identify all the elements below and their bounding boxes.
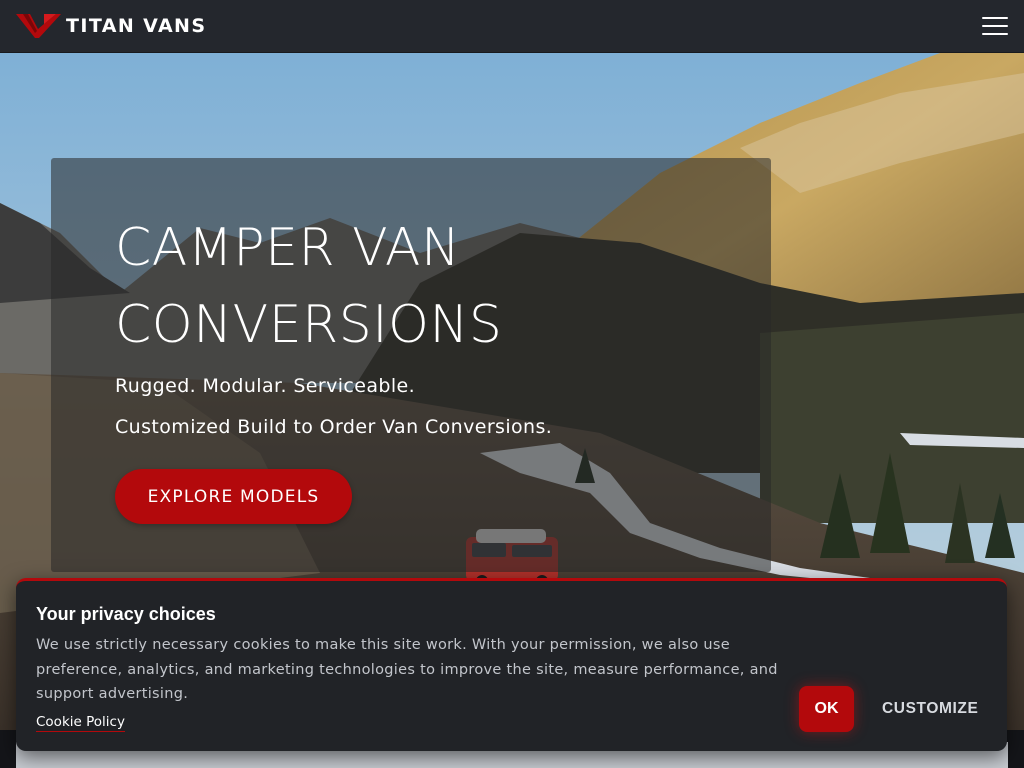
hero-panel: CAMPER VAN CONVERSIONS Rugged. Modular. … <box>51 158 771 572</box>
hero-tagline: Rugged. Modular. Serviceable. <box>115 375 416 397</box>
menu-line-icon <box>982 25 1008 27</box>
titan-chevron-logo-icon <box>16 14 61 38</box>
cookie-banner-text: We use strictly necessary cookies to mak… <box>36 637 778 702</box>
brand-name: TITAN VANS <box>66 15 207 37</box>
hero-title: CAMPER VAN CONVERSIONS <box>115 218 503 355</box>
menu-line-icon <box>982 17 1008 19</box>
cookie-banner-title: Your privacy choices <box>36 604 216 624</box>
cookie-customize-button[interactable]: CUSTOMIZE <box>872 693 988 725</box>
cookie-consent-banner: Your privacy choices We use strictly nec… <box>16 578 1007 751</box>
hero-subtitle: Customized Build to Order Van Conversion… <box>115 416 553 438</box>
brand-logo[interactable]: TITAN VANS <box>14 11 206 41</box>
menu-line-icon <box>982 33 1008 35</box>
explore-models-button[interactable]: EXPLORE MODELS <box>115 469 352 524</box>
cookie-ok-button[interactable]: OK <box>799 686 854 732</box>
site-header: TITAN VANS <box>0 0 1024 53</box>
hamburger-menu-icon[interactable] <box>982 15 1008 37</box>
cookie-policy-link[interactable]: Cookie Policy <box>36 713 125 732</box>
